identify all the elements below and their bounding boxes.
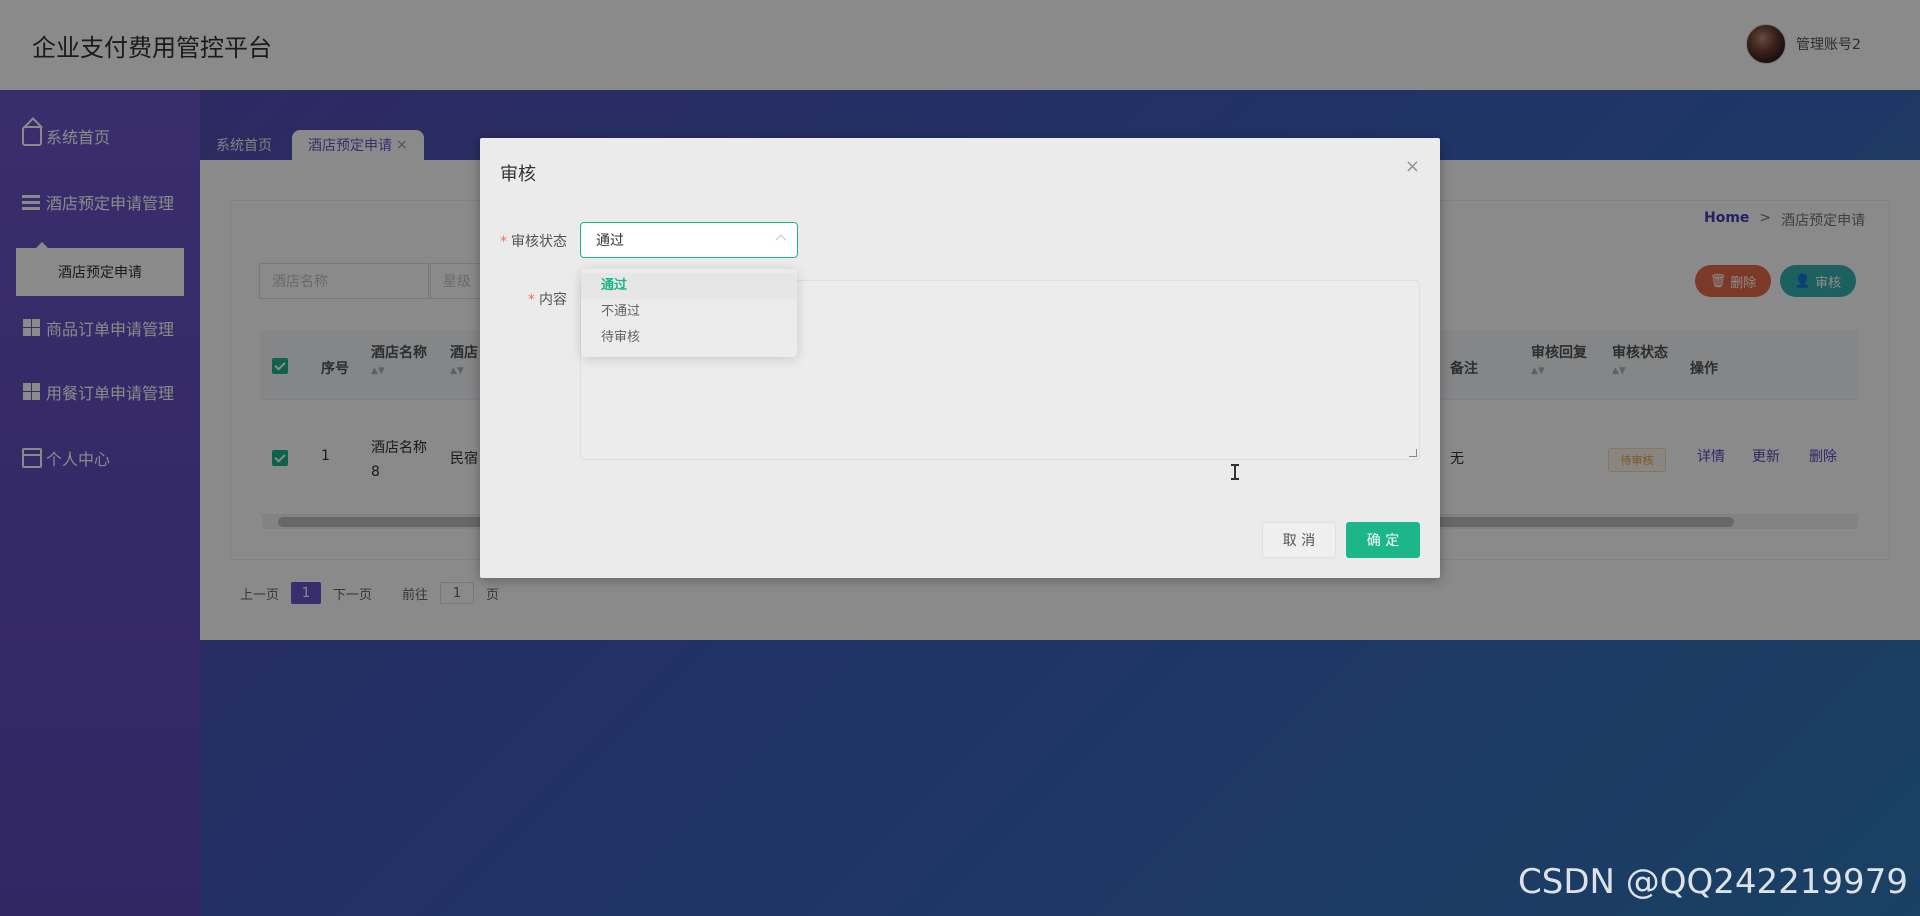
content-label: * 内容 xyxy=(528,289,567,309)
confirm-button[interactable]: 确 定 xyxy=(1346,522,1420,558)
audit-status-select[interactable]: 通过 xyxy=(580,222,798,258)
dropdown-option-reject[interactable]: 不通过 xyxy=(581,299,797,325)
dialog-title: 审核 xyxy=(500,164,536,185)
resize-handle-icon[interactable] xyxy=(1409,449,1417,457)
watermark: CSDN @QQ242219979 xyxy=(1518,862,1908,902)
text-cursor-icon xyxy=(1231,464,1239,480)
required-mark: * xyxy=(500,234,507,250)
dropdown-option-pass[interactable]: 通过 xyxy=(581,273,797,299)
audit-status-label: * 审核状态 xyxy=(500,231,567,251)
label-text: 审核状态 xyxy=(511,234,567,250)
dropdown-option-pending[interactable]: 待审核 xyxy=(581,325,797,351)
cancel-button[interactable]: 取 消 xyxy=(1262,522,1336,558)
chevron-up-icon xyxy=(775,234,787,246)
status-dropdown-menu: 通过 不通过 待审核 xyxy=(581,269,797,357)
select-value: 通过 xyxy=(596,233,624,249)
required-mark: * xyxy=(528,292,535,308)
close-icon[interactable]: × xyxy=(1405,156,1420,177)
label-text: 内容 xyxy=(539,292,567,308)
audit-dialog: 审核 × * 审核状态 通过 * 内容 通过 不通过 待审核 取 消 确 定 xyxy=(480,138,1440,578)
